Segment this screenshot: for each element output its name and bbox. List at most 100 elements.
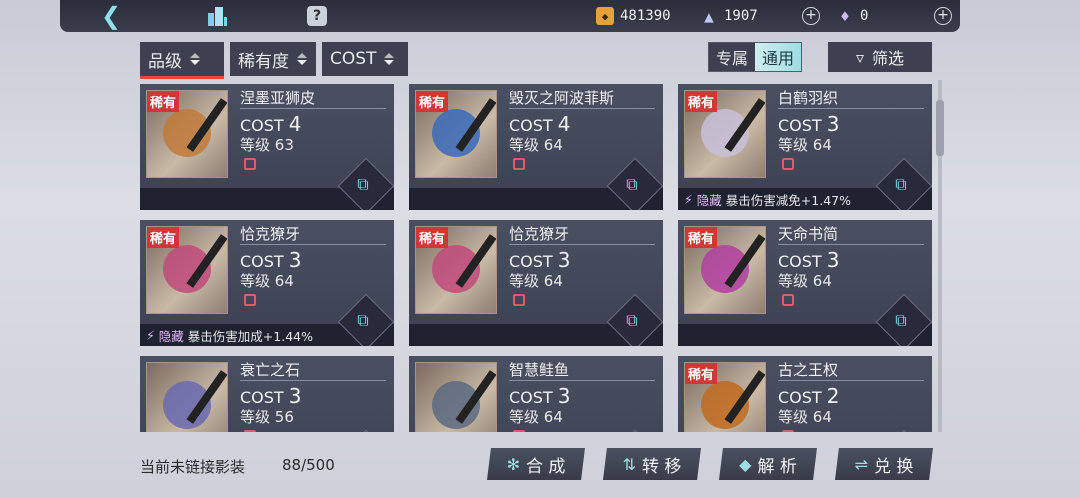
lock-icon[interactable] [244, 430, 256, 432]
equipment-card[interactable]: 稀有 恰克獠牙 COST 3 等级 64 ⧉ [409, 220, 663, 346]
cost-value: 4 [557, 112, 571, 136]
inventory-count: 88/500 [282, 456, 335, 474]
level-value: 64 [543, 408, 563, 426]
hidden-bonus: 暴击伤害加成+1.44% [187, 328, 313, 344]
currency-diamond: ♦ 0 [836, 6, 868, 26]
equipment-image: 稀有 [684, 226, 766, 314]
equipment-name: 涅墨亚狮皮 [240, 89, 316, 107]
equipment-grid[interactable]: 稀有 涅墨亚狮皮 COST 4 等级 63 ⧉ 稀有 毁灭之阿波菲斯 COST 4 等级 64 ⧉… [140, 80, 932, 432]
level-value: 64 [274, 272, 294, 290]
divider [778, 380, 924, 381]
back-button[interactable]: ❮ [98, 2, 124, 30]
equipment-image [146, 362, 228, 432]
equipment-level: 等级 64 [778, 406, 832, 427]
equipment-cost: COST 3 [778, 248, 840, 272]
coin-value: 481390 [620, 8, 671, 24]
sort-bar: 品级 稀有度 COST [140, 42, 408, 79]
link-icon: ⧉ [626, 310, 638, 330]
sort-rarity-button[interactable]: 稀有度 [230, 42, 316, 76]
equipment-image: 稀有 [146, 226, 228, 314]
equipment-image: 稀有 [146, 90, 228, 178]
add-crystal-button[interactable]: + [802, 7, 820, 25]
cost-label: COST [778, 388, 822, 407]
diamond-icon: ♦ [840, 6, 850, 26]
link-icon: ⧉ [895, 310, 907, 330]
divider [509, 108, 655, 109]
cost-label: COST [509, 116, 553, 135]
link-icon: ⧉ [626, 174, 638, 194]
equipment-cost: COST 3 [240, 384, 302, 408]
hidden-tag: 隐藏 [158, 328, 184, 344]
equipment-image [415, 362, 497, 432]
equipment-image: 稀有 [684, 362, 766, 432]
transfer-button[interactable]: ⇅ 转 移 [603, 448, 701, 480]
crystal-value: 1907 [724, 8, 758, 24]
equipment-name: 毁灭之阿波菲斯 [509, 89, 615, 107]
top-bar: ❮ ? ◆ 481390 ▲ 1907 + ♦ 0 + [60, 0, 960, 32]
lock-icon[interactable] [513, 158, 525, 170]
divider [509, 244, 655, 245]
currency-crystal: ▲ 1907 [700, 6, 758, 26]
level-label: 等级 [778, 408, 809, 426]
lock-icon[interactable] [513, 430, 525, 432]
sort-arrows-icon [190, 53, 200, 65]
equipment-name: 智慧鲑鱼 [509, 361, 570, 379]
type-toggle: 专属 通用 [708, 42, 803, 72]
cost-value: 3 [826, 248, 840, 272]
link-button[interactable]: ⧉ [875, 429, 932, 432]
equipment-cost: COST 3 [509, 384, 571, 408]
sort-cost-label: COST [330, 49, 377, 69]
equipment-card[interactable]: 稀有 天命书简 COST 3 等级 64 ⧉ [678, 220, 932, 346]
transfer-icon: ⇅ [622, 454, 636, 474]
cost-label: COST [778, 116, 822, 135]
cost-value: 3 [288, 248, 302, 272]
sort-grade-button[interactable]: 品级 [140, 42, 224, 79]
scrollbar-thumb[interactable] [936, 100, 944, 156]
equipment-cost: COST 2 [778, 384, 840, 408]
link-button[interactable]: ⧉ [606, 429, 663, 432]
tab-common[interactable]: 通用 [755, 43, 802, 71]
equipment-card[interactable]: 稀有 毁灭之阿波菲斯 COST 4 等级 64 ⧉ [409, 84, 663, 210]
cost-label: COST [240, 116, 284, 135]
rare-badge: 稀有 [416, 227, 449, 248]
lock-icon[interactable] [782, 158, 794, 170]
building-icon[interactable] [204, 4, 230, 28]
equipment-card[interactable]: 稀有 恰克獠牙 COST 3 等级 64 ⚡ 隐藏 暴击伤害加成+1.44% ⧉ [140, 220, 394, 346]
divider [509, 380, 655, 381]
synthesize-icon: ✻ [506, 454, 520, 474]
equipment-name: 衰亡之石 [240, 361, 301, 379]
level-label: 等级 [509, 408, 540, 426]
exchange-button[interactable]: ⇌ 兑 换 [835, 448, 933, 480]
filter-button[interactable]: ▿ 筛选 [828, 42, 932, 72]
equipment-cost: COST 3 [240, 248, 302, 272]
help-button[interactable]: ? [306, 4, 328, 28]
lock-icon[interactable] [244, 294, 256, 306]
equipment-card[interactable]: 稀有 白鹤羽织 COST 3 等级 64 ⚡ 隐藏 暴击伤害减免+1.47% ⧉ [678, 84, 932, 210]
link-button[interactable]: ⧉ [337, 429, 394, 432]
equipment-card[interactable]: 稀有 涅墨亚狮皮 COST 4 等级 63 ⧉ [140, 84, 394, 210]
cost-value: 2 [826, 384, 840, 408]
crystal-icon: ▲ [704, 6, 714, 26]
equipment-card[interactable]: 智慧鲑鱼 COST 3等级 64 ⧉ [409, 356, 663, 432]
equipment-name: 古之王权 [778, 361, 839, 379]
cost-label: COST [240, 388, 284, 407]
synthesize-button[interactable]: ✻ 合 成 [487, 448, 585, 480]
equipment-cost: COST 4 [240, 112, 302, 136]
funnel-icon: ▿ [855, 47, 864, 67]
sort-grade-label: 品级 [148, 51, 182, 72]
sort-cost-button[interactable]: COST [322, 42, 408, 76]
lock-icon[interactable] [782, 430, 794, 432]
add-diamond-button[interactable]: + [934, 7, 952, 25]
equipment-card[interactable]: 衰亡之石COST 3等级 56⧉ [140, 356, 394, 432]
sort-rarity-label: 稀有度 [238, 51, 289, 72]
lock-icon[interactable] [244, 158, 256, 170]
lock-icon[interactable] [513, 294, 525, 306]
lock-icon[interactable] [782, 294, 794, 306]
level-value: 64 [543, 136, 563, 154]
rare-badge: 稀有 [416, 91, 449, 112]
coin-icon: ◆ [596, 7, 614, 25]
analyze-button[interactable]: ◆ 解 析 [719, 448, 817, 480]
tab-exclusive[interactable]: 专属 [709, 43, 756, 71]
transfer-label: 转 移 [642, 456, 682, 477]
equipment-card[interactable]: 稀有古之王权 COST 2等级 64 ⧉ [678, 356, 932, 432]
